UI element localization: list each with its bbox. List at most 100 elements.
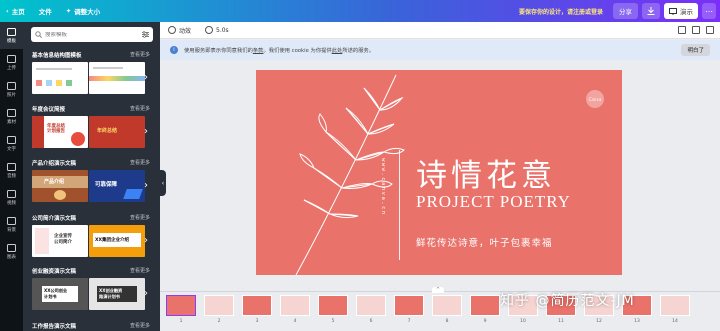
section-title: 工作报告演示文稿 [32, 324, 77, 330]
info-icon: i [170, 46, 178, 54]
rail-item[interactable]: 音频 [0, 157, 23, 184]
template-thumbnail[interactable] [89, 62, 145, 94]
download-button[interactable] [642, 3, 660, 19]
chevron-right-icon[interactable]: › [144, 179, 153, 193]
page-thumbnail[interactable] [166, 295, 196, 316]
elements-icon [7, 108, 16, 117]
present-button[interactable]: 演示 [664, 3, 698, 19]
chevron-left-icon: ‹ [161, 179, 165, 187]
share-button[interactable]: 分享 [613, 3, 638, 19]
template-thumbnail[interactable]: 企业宣传 公司简介 [32, 225, 88, 257]
template-thumbnail[interactable]: XX公司创业 计划书 [32, 278, 88, 310]
timer-icon [205, 26, 214, 34]
page-thumbnail[interactable] [470, 295, 500, 316]
page-number: 4 [293, 319, 297, 324]
file-menu[interactable]: 文件 [39, 6, 52, 16]
page-thumbnail[interactable] [660, 295, 690, 316]
collapse-panel-button[interactable]: ‹ [160, 170, 166, 196]
template-thumbnail[interactable] [32, 62, 88, 94]
page-thumbnail[interactable] [394, 295, 424, 316]
duration-button[interactable]: 5.0s [205, 26, 229, 34]
rail-item[interactable]: 图表 [0, 238, 23, 265]
template-icon [7, 27, 16, 36]
page-number: 12 [596, 319, 602, 324]
chart-icon [7, 243, 16, 252]
template-section: 创业融资演示文稿 查看更多 XX公司创业 计划书 XX创业融资 路演计划书 › [32, 267, 160, 310]
slide-canvas[interactable]: Canva www.canva.cn 诗情花意 PROJECT POETRY 鲜… [256, 70, 622, 275]
section-title: 公司简介演示文稿 [32, 216, 77, 222]
signup-prompt[interactable]: 要保存你的设计，请注册或登录 [519, 7, 603, 16]
template-thumbnail[interactable]: XX集团企业介绍 [89, 225, 145, 257]
template-panel: 基本信息结构图模板 查看更多 › 年度会议简报 查看更多 [23, 22, 160, 331]
page-number: 9 [483, 319, 487, 324]
page-thumbnail[interactable] [204, 295, 234, 316]
rail-item-label: 音频 [7, 173, 16, 179]
page-thumbnail[interactable] [318, 295, 348, 316]
animate-icon [168, 26, 176, 34]
zhihu-watermark: 知乎 @简历范文-JM [500, 293, 635, 309]
diamond-icon: ✦ [65, 7, 72, 15]
search-box[interactable] [31, 27, 153, 42]
page-thumbnail[interactable] [356, 295, 386, 316]
rail-item-label: 视频 [7, 200, 16, 206]
chevron-right-icon[interactable]: › [144, 287, 153, 301]
search-input[interactable] [45, 31, 135, 38]
download-icon [647, 7, 655, 15]
see-all-link[interactable]: 查看更多 [130, 51, 150, 59]
privacy-link[interactable]: 此处 [332, 48, 343, 54]
rail-item[interactable]: 文字 [0, 130, 23, 157]
slide-subtitle: 鲜花传达诗意，叶子包裹幸福 [416, 238, 553, 249]
animate-button[interactable]: 动效 [168, 26, 191, 35]
search-icon [35, 31, 42, 38]
chevron-right-icon[interactable]: › [144, 125, 153, 139]
template-section: 工作报告演示文稿 查看更多 [32, 322, 160, 330]
add-page-icon[interactable] [678, 26, 686, 34]
chevron-right-icon[interactable]: › [144, 234, 153, 248]
rail-item-label: 图表 [7, 254, 16, 260]
template-thumbnail[interactable]: 年终总结 [89, 116, 145, 148]
see-all-link[interactable]: 查看更多 [130, 105, 150, 113]
expand-filmstrip-handle[interactable]: ^ [432, 287, 444, 293]
editor-toolbar: 动效 5.0s [160, 22, 720, 39]
template-section: 基本信息结构图模板 查看更多 › [32, 51, 160, 94]
page-thumbnail[interactable] [242, 295, 272, 316]
template-thumbnail[interactable]: 产品介绍 [32, 170, 88, 202]
see-all-link[interactable]: 查看更多 [130, 267, 150, 275]
slide-title: 诗情花意 [416, 158, 556, 194]
section-title: 年度会议简报 [32, 107, 66, 113]
page-number: 3 [255, 319, 259, 324]
resize-button[interactable]: ✦ 调整大小 [66, 6, 100, 16]
got-it-button[interactable]: 明白了 [681, 44, 710, 56]
rail-item-label: 背景 [7, 227, 16, 233]
page-thumbnail[interactable] [432, 295, 462, 316]
more-options-button[interactable]: ⋯ [702, 3, 716, 19]
page-number: 6 [369, 319, 373, 324]
audio-icon [7, 162, 16, 171]
see-all-link[interactable]: 查看更多 [130, 214, 150, 222]
home-button[interactable]: ‹ 主页 [6, 6, 25, 16]
see-all-link[interactable]: 查看更多 [130, 322, 150, 330]
background-icon [7, 216, 16, 225]
rail-item[interactable]: 上传 [0, 49, 23, 76]
cookie-message: 使用服务即表示你同意我们的条款。我们使用 cookie 为你提供此处所述的服务。 [184, 48, 375, 54]
terms-link[interactable]: 条款 [253, 48, 264, 54]
page-number: 8 [445, 319, 449, 324]
see-all-link[interactable]: 查看更多 [130, 159, 150, 167]
present-icon [669, 7, 677, 15]
duplicate-icon[interactable] [692, 26, 700, 34]
rail-item[interactable]: 背景 [0, 211, 23, 238]
rail-item[interactable]: 视频 [0, 184, 23, 211]
template-thumbnail[interactable]: 可靠保障 [89, 170, 145, 202]
rail-item[interactable]: 模板 [0, 22, 23, 49]
chevron-right-icon[interactable]: › [144, 71, 153, 85]
delete-icon[interactable] [706, 26, 714, 34]
filter-icon[interactable] [142, 31, 149, 38]
rail-item[interactable]: 照片 [0, 76, 23, 103]
template-section: 年度会议简报 查看更多 年度总结 计划报告 年终总结 › [32, 105, 160, 148]
page-number: 13 [634, 319, 640, 324]
template-thumbnail[interactable]: XX创业融资 路演计划书 [89, 278, 145, 310]
template-section: 产品介绍演示文稿 查看更多 产品介绍 可靠保障 › [32, 159, 160, 202]
template-thumbnail[interactable]: 年度总结 计划报告 [32, 116, 88, 148]
rail-item[interactable]: 素材 [0, 103, 23, 130]
page-thumbnail[interactable] [280, 295, 310, 316]
